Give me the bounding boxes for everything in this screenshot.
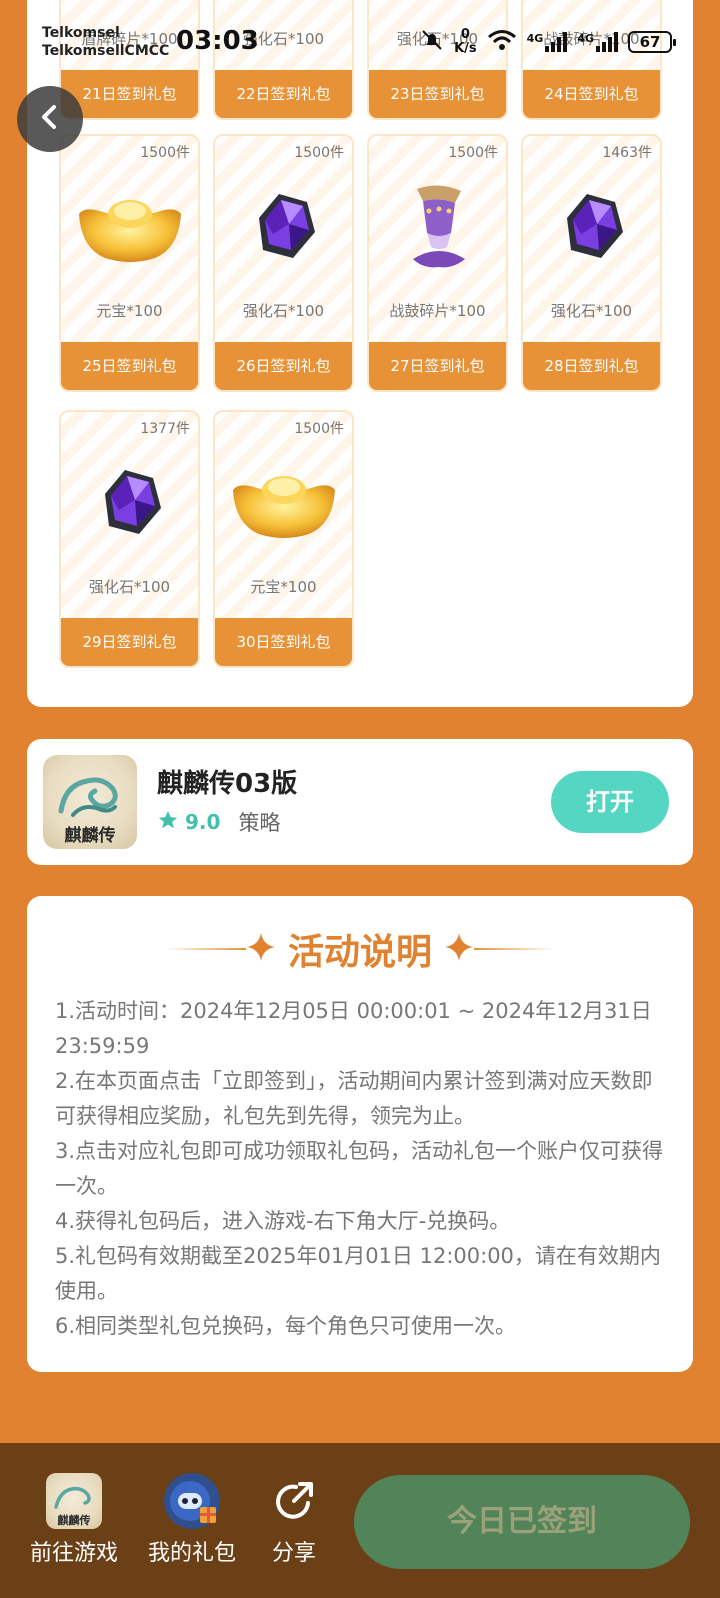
my-gifts-button[interactable]: 我的礼包	[148, 1473, 236, 1567]
rules-card: 活动说明 1.活动时间：2024年12月05日 00:00:01 ~ 2024年…	[27, 896, 693, 1372]
goto-game-button[interactable]: 麒麟传 前往游戏	[30, 1473, 118, 1567]
rule-item: 6.相同类型礼包兑换码，每个角色只可使用一次。	[55, 1314, 517, 1338]
gift-day-label: 26日签到礼包	[215, 342, 352, 390]
rating-score: 9.0	[185, 810, 221, 834]
gift-day-label: 28日签到礼包	[523, 342, 660, 390]
rule-item: 1.活动时间：2024年12月05日 00:00:01 ~ 2024年12月31…	[55, 999, 652, 1058]
war-drum-icon	[369, 176, 506, 276]
gift-stock-count: 1463件	[602, 145, 652, 161]
status-icons: 0 K/s 4G 4G 67	[420, 27, 676, 56]
gift-stock-count: 1377件	[140, 421, 190, 437]
rules-header: 活动说明	[27, 924, 693, 974]
bottom-action-bar: 麒麟传 前往游戏 我的礼包 分享 今日已签到	[0, 1443, 720, 1598]
sparkle-icon	[444, 932, 474, 966]
purple-gem-icon	[215, 176, 352, 276]
gift-stock-count: 1500件	[448, 145, 498, 161]
star-icon	[157, 809, 179, 835]
gift-name: 强化石*100	[242, 302, 325, 320]
sparkle-icon	[246, 932, 276, 966]
game-icon[interactable]: 麒麟传	[43, 755, 137, 849]
share-button[interactable]: 分享	[266, 1473, 322, 1567]
purple-gem-icon	[523, 176, 660, 276]
share-icon	[266, 1473, 322, 1529]
game-icon: 麒麟传	[46, 1473, 102, 1529]
my-gifts-label: 我的礼包	[148, 1541, 237, 1566]
gift-card[interactable]: 1463件 强化石*100 28日签到礼包	[521, 134, 662, 392]
gift-stock-count: 1500件	[294, 145, 344, 161]
share-label: 分享	[271, 1541, 316, 1566]
back-button[interactable]	[17, 86, 83, 152]
gift-card[interactable]: 1500件 元宝*100 25日签到礼包	[59, 134, 200, 392]
rule-item: 2.在本页面点击「立即签到」，活动期间内累计签到满对应天数即可获得相应奖励，礼包…	[55, 1069, 653, 1128]
gift-day-label: 27日签到礼包	[369, 342, 506, 390]
game-icon-text: 麒麟传	[58, 1513, 91, 1527]
rule-item: 4.获得礼包码后，进入游戏-右下角大厅-兑换码。	[55, 1209, 511, 1233]
gift-name: 战鼓碎片*100	[389, 302, 486, 320]
clock: 03:03	[176, 26, 259, 56]
divider-left	[165, 948, 246, 950]
gift-day-label: 25日签到礼包	[61, 342, 198, 390]
status-bar: Telkomsel TelkomsellCMCC 03:03 0 K/s 4G …	[0, 0, 720, 70]
gift-name: 强化石*100	[88, 578, 171, 596]
game-card: 麒麟传 麒麟传03版 9.0 策略 打开	[27, 739, 693, 865]
gift-stock-count: 1500件	[294, 421, 344, 437]
goto-game-label: 前往游戏	[30, 1541, 119, 1566]
purple-gem-icon	[61, 452, 198, 552]
gift-stock-count: 1500件	[140, 145, 190, 161]
carrier-1: Telkomsel	[42, 25, 120, 41]
gift-robot-icon	[164, 1473, 220, 1529]
gift-day-label: 22日签到礼包	[215, 70, 352, 118]
game-title: 麒麟传03版	[157, 769, 298, 799]
signal-icon-1: 4G	[527, 32, 568, 52]
gift-name: 元宝*100	[250, 578, 317, 596]
gift-name: 强化石*100	[550, 302, 633, 320]
rule-item: 5.礼包码有效期截至2025年01月01日 12:00:00，请在有效期内使用。	[55, 1244, 661, 1303]
chevron-left-icon	[35, 102, 65, 136]
game-genre: 策略	[238, 811, 281, 835]
gift-card[interactable]: 1500件 强化石*100 26日签到礼包	[213, 134, 354, 392]
gift-name: 元宝*100	[96, 302, 163, 320]
gift-card[interactable]: 1377件 强化石*100 29日签到礼包	[59, 410, 200, 668]
rules-list: 1.活动时间：2024年12月05日 00:00:01 ~ 2024年12月31…	[55, 994, 671, 1344]
carrier-labels: Telkomsel TelkomsellCMCC	[42, 24, 169, 60]
network-speed: 0 K/s	[454, 27, 477, 56]
carrier-2: TelkomsellCMCC	[42, 43, 170, 59]
gift-day-label: 23日签到礼包	[369, 70, 506, 118]
rules-title: 活动说明	[287, 932, 432, 973]
gift-card[interactable]: 1500件 元宝*100 30日签到礼包	[213, 410, 354, 668]
game-rating: 9.0 策略	[157, 807, 280, 837]
gift-day-label: 29日签到礼包	[61, 618, 198, 666]
gift-day-label: 30日签到礼包	[215, 618, 352, 666]
gold-ingot-icon	[215, 452, 352, 552]
gift-card[interactable]: 1500件 战鼓碎片*100 27日签到礼包	[367, 134, 508, 392]
divider-right	[474, 948, 554, 950]
open-game-button[interactable]: 打开	[551, 771, 669, 833]
signal-icon-2: 4G	[577, 32, 618, 52]
gold-ingot-icon	[61, 176, 198, 276]
game-icon-text: 麒麟传	[65, 825, 116, 846]
gift-day-label: 24日签到礼包	[523, 70, 660, 118]
battery-indicator: 67	[628, 31, 676, 53]
mute-bell-icon	[420, 28, 444, 56]
rule-item: 3.点击对应礼包即可成功领取礼包码，活动礼包一个账户仅可获得一次。	[55, 1139, 664, 1198]
wifi-icon	[487, 29, 517, 55]
signed-in-today-button[interactable]: 今日已签到	[354, 1475, 690, 1569]
